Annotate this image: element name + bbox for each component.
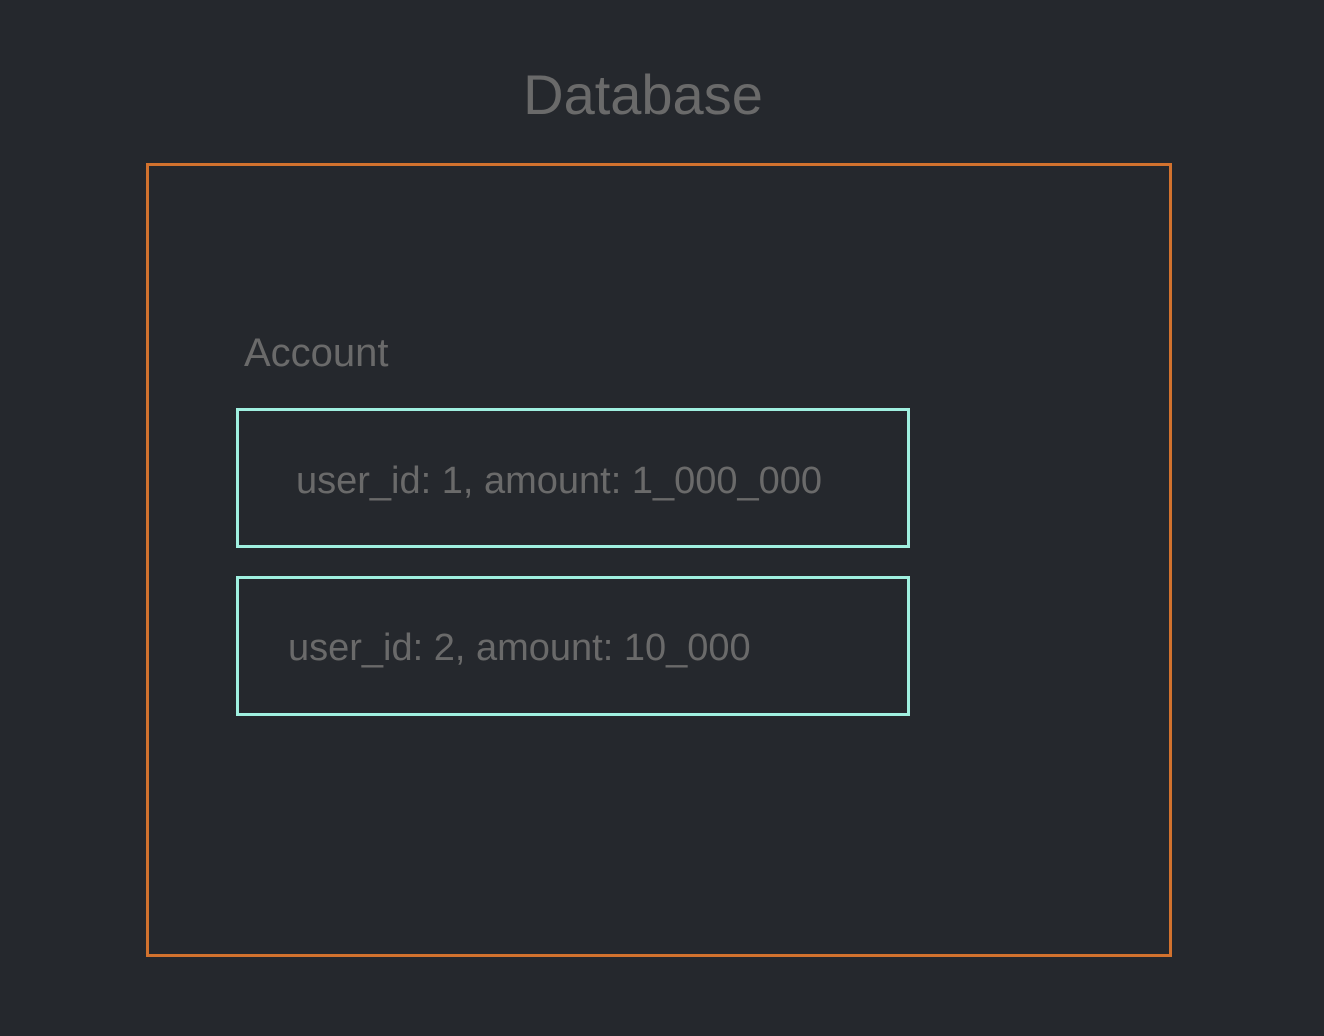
account-table-label: Account bbox=[244, 331, 389, 375]
account-row-1-text: user_id: 1, amount: 1_000_000 bbox=[296, 460, 823, 502]
account-row-2: user_id: 2, amount: 10_000 bbox=[236, 576, 910, 716]
diagram-canvas: Database Account user_id: 1, amount: 1_0… bbox=[0, 0, 1324, 1036]
database-title: Database bbox=[523, 63, 763, 126]
database-container bbox=[146, 163, 1172, 957]
account-row-2-text: user_id: 2, amount: 10_000 bbox=[288, 627, 751, 669]
account-row-1: user_id: 1, amount: 1_000_000 bbox=[236, 408, 910, 548]
